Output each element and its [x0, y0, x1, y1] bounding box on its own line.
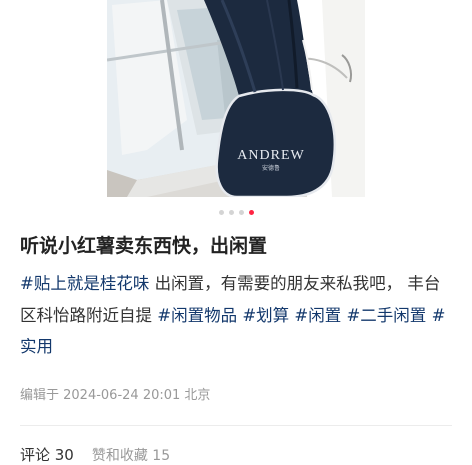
- hashtag-link[interactable]: #二手闲置: [346, 306, 426, 325]
- hashtag-link[interactable]: #闲置物品: [157, 306, 237, 325]
- brand-logo-subtext: 安德鲁: [262, 164, 280, 172]
- divider: [20, 425, 452, 426]
- hashtag-link[interactable]: #闲置: [294, 306, 341, 325]
- carousel-dot-active[interactable]: [248, 210, 254, 215]
- post-body: #贴上就是桂花味 出闲置，有需要的朋友来私我吧， 丰台区科怡路附近自提 #闲置物…: [20, 268, 454, 363]
- post-image-area: ANDREW 安德鲁: [0, 0, 472, 200]
- edit-timestamp: 编辑于 2024-06-24 20:01 北京: [20, 388, 211, 403]
- post-title: 听说小红薯卖东西快，出闲置: [20, 235, 268, 257]
- post-image[interactable]: ANDREW 安德鲁: [107, 0, 365, 197]
- brand-logo-text: ANDREW: [237, 148, 304, 163]
- carousel-indicator: [0, 210, 472, 215]
- carousel-dot[interactable]: [228, 210, 234, 215]
- carousel-dot[interactable]: [218, 210, 224, 215]
- hashtag-link[interactable]: #划算: [242, 306, 289, 325]
- hashtag-link[interactable]: #贴上就是桂花味: [20, 274, 149, 293]
- carousel-dot[interactable]: [238, 210, 244, 215]
